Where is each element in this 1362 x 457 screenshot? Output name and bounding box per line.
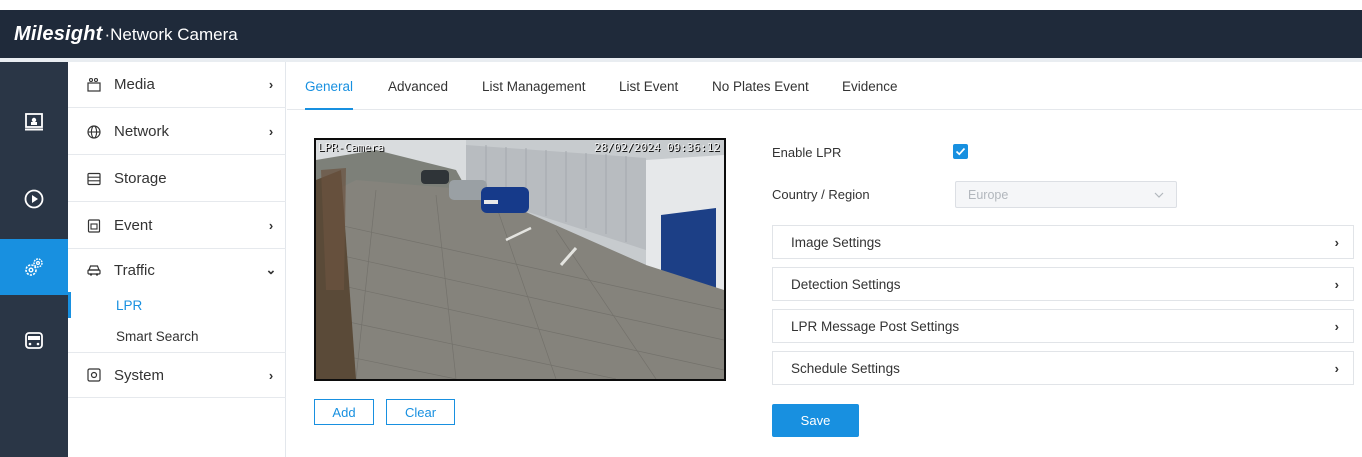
globe-icon <box>84 122 104 142</box>
tab-general[interactable]: General <box>305 62 354 110</box>
rail-vehicle[interactable] <box>0 312 68 368</box>
storage-icon <box>84 169 104 189</box>
tab-no-plates-event[interactable]: No Plates Event <box>712 62 809 110</box>
sidebar-item-storage[interactable]: Storage <box>68 156 286 202</box>
rail-settings[interactable] <box>0 239 68 295</box>
system-icon <box>84 365 104 385</box>
camera-preview[interactable]: LPR-Camera 28/02/2024 09:36:12 <box>314 138 726 381</box>
add-button[interactable]: Add <box>314 399 374 425</box>
product-name: ·Network Camera <box>104 24 238 44</box>
sidebar-subitem-smart-search[interactable]: Smart Search <box>68 323 286 349</box>
section-label: Image Settings <box>791 234 882 250</box>
rail-live-view[interactable] <box>0 94 68 150</box>
country-region-select[interactable]: Europe <box>955 181 1177 208</box>
chevron-right-icon: › <box>1334 318 1339 334</box>
chevron-right-icon: › <box>268 77 274 92</box>
enable-lpr-checkbox[interactable] <box>953 144 968 159</box>
clear-button[interactable]: Clear <box>386 399 455 425</box>
top-bar: Milesight ·Network Camera <box>0 10 1362 58</box>
sidebar-item-network[interactable]: Network › <box>68 109 286 155</box>
section-label: LPR Message Post Settings <box>791 318 960 334</box>
chevron-right-icon: › <box>1334 234 1339 250</box>
checkmark-icon <box>955 147 966 156</box>
chevron-down-icon <box>1154 192 1164 198</box>
sidebar-item-label: System <box>114 366 165 384</box>
enable-lpr-label: Enable LPR <box>772 145 842 160</box>
tab-evidence[interactable]: Evidence <box>842 62 898 110</box>
tab-advanced[interactable]: Advanced <box>388 62 448 110</box>
image-settings-section[interactable]: Image Settings › <box>772 225 1354 259</box>
camera-scene <box>316 140 724 379</box>
vehicle-icon <box>25 332 43 349</box>
playback-icon <box>24 189 44 209</box>
sidebar-item-system[interactable]: System › <box>68 352 286 398</box>
chevron-right-icon: › <box>268 124 274 139</box>
chevron-right-icon: › <box>268 367 274 383</box>
tab-list-management[interactable]: List Management <box>482 62 586 110</box>
sidebar-item-label: Media <box>114 76 155 93</box>
settings-sidebar: Media › Network › Storage Event › Traffi… <box>68 62 286 457</box>
media-icon <box>84 75 104 95</box>
osd-camera-name: LPR-Camera <box>318 141 385 154</box>
sidebar-item-label: Traffic <box>114 261 155 279</box>
country-region-value: Europe <box>968 187 1009 202</box>
live-view-icon <box>25 113 43 131</box>
sidebar-item-event[interactable]: Event › <box>68 203 286 249</box>
sidebar-item-traffic[interactable]: Traffic ⌄ <box>68 247 286 293</box>
lpr-message-post-settings-section[interactable]: LPR Message Post Settings › <box>772 309 1354 343</box>
chevron-right-icon: › <box>268 218 274 233</box>
save-button[interactable]: Save <box>772 404 859 437</box>
tab-list-event[interactable]: List Event <box>619 62 678 110</box>
sidebar-item-label: Network <box>114 123 170 140</box>
logo: Milesight ·Network Camera <box>14 23 238 46</box>
country-region-label: Country / Region <box>772 187 870 202</box>
schedule-settings-section[interactable]: Schedule Settings › <box>772 351 1354 385</box>
settings-icon <box>25 258 43 276</box>
sidebar-item-label: Storage <box>114 170 167 187</box>
osd-timestamp: 28/02/2024 09:36:12 <box>594 141 720 154</box>
section-label: Schedule Settings <box>791 360 900 376</box>
icon-rail <box>0 62 68 457</box>
brand-name: Milesight <box>14 22 103 45</box>
tab-bar: General Advanced List Management List Ev… <box>287 62 1362 110</box>
car-icon <box>84 260 104 280</box>
rail-playback[interactable] <box>0 171 68 227</box>
chevron-right-icon: › <box>1334 360 1339 376</box>
sidebar-item-label: Event <box>114 217 153 234</box>
event-icon <box>84 216 104 236</box>
sidebar-subitem-lpr[interactable]: LPR <box>68 292 286 318</box>
chevron-down-icon: ⌄ <box>265 262 277 277</box>
detection-settings-section[interactable]: Detection Settings › <box>772 267 1354 301</box>
section-label: Detection Settings <box>791 276 901 292</box>
sidebar-item-media[interactable]: Media › <box>68 62 286 108</box>
chevron-right-icon: › <box>1334 276 1339 292</box>
